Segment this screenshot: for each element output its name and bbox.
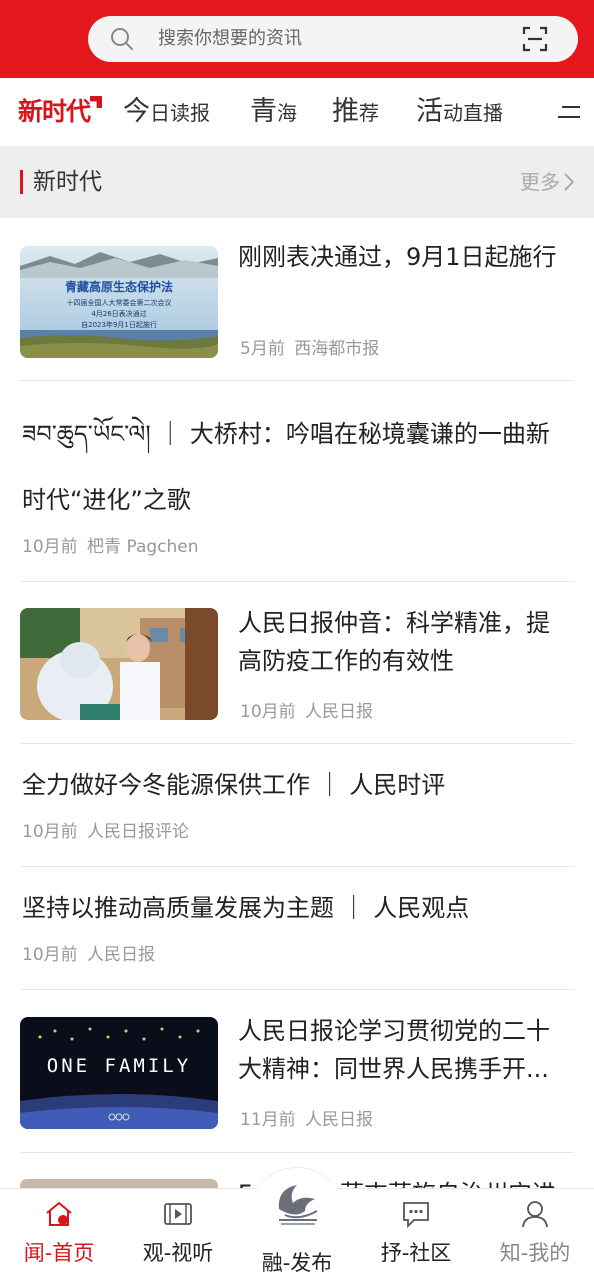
video-icon xyxy=(164,1203,192,1225)
news-source: 杷青 Pagchen xyxy=(87,537,199,557)
news-time: 11月前 xyxy=(240,1110,296,1130)
news-title-line-1[interactable]: 人民日报论学习贯彻党的二十 xyxy=(238,1012,578,1050)
nav-community-label: 抒-社区 xyxy=(380,1241,452,1265)
news-time: 10月前 xyxy=(22,822,78,842)
tab-qinghai[interactable]: 青海 xyxy=(250,96,297,131)
top-bar: 搜索你想要的资讯 xyxy=(0,0,594,78)
news-meta: 10月前 人民日报 xyxy=(240,701,373,723)
news-time: 10月前 xyxy=(22,537,78,557)
search-box[interactable]: 搜索你想要的资讯 xyxy=(88,16,578,62)
news-meta: 11月前 人民日报 xyxy=(240,1109,373,1131)
news-item[interactable]: ཟབ་ཆུད་ཡོང་ལེ། ｜ 大桥村：吟唱在秘境囊谦的一曲新 时代“进化”之… xyxy=(0,381,594,581)
nav-publish-label: 融-发布 xyxy=(261,1251,333,1275)
news-meta: 10月前 杷青 Pagchen xyxy=(22,536,199,558)
news-title[interactable]: 刚刚表决通过，9月1日起施行 xyxy=(238,238,578,276)
news-title-line-2[interactable]: 高防疫工作的有效性 xyxy=(238,642,578,680)
news-time: 10月前 xyxy=(22,945,78,965)
channel-tabs: 新时代 今日读报 青海 推荐 活动直播 xyxy=(0,78,594,146)
news-meta: 5月前 西海都市报 xyxy=(240,338,379,360)
news-title-line-1[interactable]: ཟབ་ཆུད་ཡོང་ལེ། ｜ 大桥村：吟唱在秘境囊谦的一曲新 xyxy=(22,415,582,453)
news-title-line-2[interactable]: 时代“进化”之歌 xyxy=(22,481,582,519)
section-header: 新时代 更多 xyxy=(0,146,594,218)
thumbnail-caption-1: 十四届全国人大常委会第二次会议 xyxy=(66,299,172,307)
section-title: 新时代 xyxy=(33,169,102,195)
publish-logo-icon xyxy=(278,1185,318,1225)
thumbnail-caption-2: 4月26日表决通过 xyxy=(91,310,147,318)
news-title-line-2[interactable]: 大精神：同世界人民携手开... xyxy=(238,1050,578,1088)
tab-recommend[interactable]: 推荐 xyxy=(332,96,379,131)
news-time: 10月前 xyxy=(240,702,296,722)
news-item[interactable]: 坚持以推动高质量发展为主题 ｜ 人民观点 10月前 人民日报 xyxy=(0,867,594,989)
news-item[interactable]: 青藏高原生态保护法 十四届全国人大常委会第二次会议 4月26日表决通过 自202… xyxy=(0,218,594,380)
search-placeholder: 搜索你想要的资讯 xyxy=(158,28,302,49)
tab-new-era-logo[interactable]: 新时代 xyxy=(18,94,103,130)
home-icon xyxy=(46,1201,72,1226)
nav-profile[interactable]: 知-我的 xyxy=(480,1189,590,1280)
news-item[interactable]: 全力做好今冬能源保供工作 ｜ 人民时评 10月前 人民日报评论 xyxy=(0,744,594,866)
chevron-right-icon xyxy=(564,173,574,191)
news-title-line-1[interactable]: 人民日报仲音：科学精准，提 xyxy=(238,604,578,642)
news-meta: 10月前 人民日报 xyxy=(22,944,155,966)
news-meta: 10月前 人民日报评论 xyxy=(22,821,189,843)
news-thumbnail: 青藏高原生态保护法 十四届全国人大常委会第二次会议 4月26日表决通过 自202… xyxy=(20,246,218,358)
scan-icon[interactable] xyxy=(522,26,548,52)
search-icon xyxy=(111,28,133,50)
news-item[interactable]: 人民日报仲音：科学精准，提 高防疫工作的有效性 10月前 人民日报 xyxy=(0,582,594,743)
bottom-navigation: 闻-首页 观-视听 融-发布 抒-社区 知-我的 xyxy=(0,1167,594,1280)
news-title[interactable]: 全力做好今冬能源保供工作 ｜ 人民时评 xyxy=(22,766,582,804)
news-source: 人民日报评论 xyxy=(87,822,190,842)
chat-icon xyxy=(403,1202,429,1229)
menu-icon[interactable] xyxy=(558,104,582,120)
news-source: 人民日报 xyxy=(87,945,156,965)
news-thumbnail xyxy=(20,608,218,720)
thumbnail-heading: 青藏高原生态保护法 xyxy=(64,280,173,294)
news-title[interactable]: 坚持以推动高质量发展为主题 ｜ 人民观点 xyxy=(22,889,582,927)
nav-publish[interactable]: 融-发布 xyxy=(248,1167,346,1280)
nav-profile-label: 知-我的 xyxy=(499,1241,571,1265)
section-accent-bar xyxy=(20,170,23,194)
tab-daily-paper[interactable]: 今日读报 xyxy=(123,96,210,131)
more-link[interactable]: 更多 xyxy=(520,169,574,195)
news-thumbnail: ONE FAMILY xyxy=(20,1017,218,1129)
user-icon xyxy=(522,1201,548,1228)
news-source: 人民日报 xyxy=(305,702,374,722)
news-item[interactable]: ONE FAMILY 人民日报论学习贯彻党的二十 大精神：同世界人民携手开...… xyxy=(0,990,594,1152)
thumbnail-caption-3: 自2023年9月1日起施行 xyxy=(81,321,157,329)
news-time: 5月前 xyxy=(240,339,285,359)
nav-community[interactable]: 抒-社区 xyxy=(361,1189,471,1280)
tab-live[interactable]: 活动直播 xyxy=(416,96,503,131)
nav-video[interactable]: 观-视听 xyxy=(123,1189,233,1280)
news-source: 西海都市报 xyxy=(294,339,380,359)
news-source: 人民日报 xyxy=(305,1110,374,1130)
thumbnail-text: ONE FAMILY xyxy=(46,1055,192,1077)
nav-video-label: 观-视听 xyxy=(142,1241,214,1265)
nav-home-label: 闻-首页 xyxy=(23,1241,95,1265)
nav-home[interactable]: 闻-首页 xyxy=(4,1189,114,1280)
